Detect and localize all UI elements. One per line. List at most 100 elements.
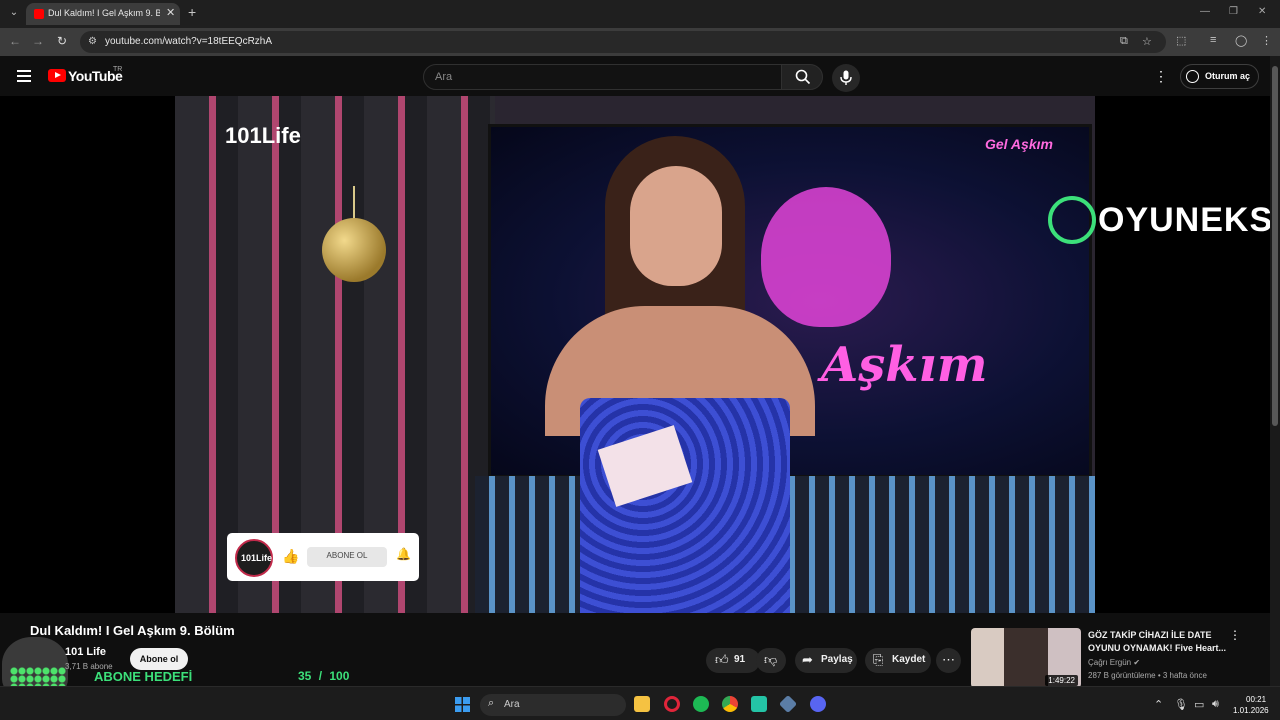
- microphone-icon: [840, 70, 852, 85]
- app-icon-teal[interactable]: [751, 696, 767, 712]
- widget-subscribe-label: ABONE OL: [326, 551, 368, 560]
- recommended-age: 3 hafta önce: [1162, 671, 1207, 680]
- recommended-stats: 287 B görüntüleme • 3 hafta önce: [1088, 671, 1207, 680]
- goal-count: 35 / 100: [298, 669, 349, 683]
- more-horizontal-icon: ⋯: [942, 652, 955, 667]
- presenter-face: [630, 166, 722, 286]
- recommended-views: 287 B görüntüleme: [1088, 671, 1156, 680]
- bookmark-star-icon[interactable]: ☆: [1142, 35, 1152, 48]
- recommended-channel: Çağrı Ergün ✔: [1088, 658, 1140, 667]
- windows-taskbar: ⌕ Ara ⌃ 🎙︎ ▭ 🔊︎ 00:21 1.01.2026: [0, 686, 1280, 720]
- save-icon: ⎘: [873, 652, 884, 667]
- goal-current: 35: [298, 669, 312, 683]
- goal-target: / 100: [318, 669, 350, 683]
- tab-close-icon[interactable]: ✕: [166, 6, 175, 19]
- recommended-duration: 1:49:22: [1045, 675, 1078, 686]
- account-icon: [1186, 70, 1199, 83]
- like-count: 91: [734, 654, 746, 665]
- page-scrollbar[interactable]: [1270, 56, 1280, 686]
- presenter-dress: [580, 398, 790, 613]
- youtube-logo-icon[interactable]: [48, 69, 66, 82]
- browser-tab-strip: ⌄ Dul Kaldım! I Gel Aşkım 9. Bölüm ✕ + —…: [0, 0, 1280, 28]
- like-icon: 👍︎: [715, 652, 729, 667]
- spotify-icon[interactable]: [693, 696, 709, 712]
- ornament-string: [353, 186, 355, 219]
- scrollbar-thumb[interactable]: [1272, 66, 1278, 426]
- app-icon-diamond[interactable]: [778, 694, 798, 714]
- minimize-icon[interactable]: —: [1200, 6, 1210, 17]
- taskbar-search-label: Ara: [504, 699, 520, 710]
- restore-icon[interactable]: ❐: [1229, 6, 1238, 17]
- subscribe-overlay-widget: 101Life 👍 ABONE OL 🔔: [227, 533, 419, 581]
- tab-search-icon[interactable]: ⌄: [6, 5, 22, 21]
- search-button[interactable]: [781, 64, 823, 90]
- presenter: [505, 136, 850, 613]
- save-label: Kaydet: [892, 654, 926, 665]
- oyuneks-text: OYUNEKS: [1098, 201, 1270, 239]
- verified-icon: ✔: [1133, 658, 1141, 667]
- chrome-icon[interactable]: [722, 696, 738, 712]
- bell-icon: 🔔: [396, 547, 411, 561]
- channel-name[interactable]: 101 Life: [65, 646, 106, 658]
- youtube-header: YouTube TR Ara ⋮ Oturum aç: [0, 56, 1280, 96]
- voice-search-button[interactable]: [832, 64, 860, 92]
- reload-icon[interactable]: ↻: [57, 34, 67, 48]
- more-actions-button[interactable]: ⋯: [936, 648, 961, 673]
- search-input[interactable]: Ara: [423, 64, 782, 90]
- recommended-title[interactable]: GÖZ TAKİP CİHAZI İLE DATE OYUNU OYNAMAK!…: [1088, 629, 1228, 655]
- recommended-channel-name: Çağrı Ergün: [1088, 658, 1132, 667]
- widget-subscribe-graphic: ABONE OL: [307, 547, 387, 567]
- tray-chevron-icon[interactable]: ⌃: [1154, 698, 1163, 711]
- address-bar[interactable]: ⚙ youtube.com/watch?v=18tEEQcRzhA ⧉ ☆: [80, 31, 1166, 53]
- install-app-icon[interactable]: ⧉: [1120, 35, 1128, 48]
- clock-date[interactable]: 1.01.2026: [1233, 706, 1269, 715]
- guide-menu-icon[interactable]: [17, 70, 31, 82]
- profile-icon[interactable]: ◯: [1235, 34, 1247, 47]
- recommended-menu-icon[interactable]: ⋮: [1229, 628, 1241, 642]
- network-icon[interactable]: ▭: [1194, 698, 1204, 711]
- signin-button[interactable]: Oturum aç: [1180, 64, 1259, 89]
- region-code: TR: [113, 66, 123, 73]
- search-placeholder: Ara: [435, 71, 453, 83]
- forward-icon[interactable]: →: [32, 34, 44, 48]
- opera-icon[interactable]: [664, 696, 680, 712]
- settings-kebab-icon[interactable]: ⋮: [1154, 68, 1168, 85]
- close-window-icon[interactable]: ✕: [1258, 6, 1266, 17]
- video-title: Dul Kaldım! I Gel Aşkım 9. Bölüm: [30, 623, 235, 638]
- browser-tab[interactable]: Dul Kaldım! I Gel Aşkım 9. Bölüm ✕: [26, 3, 180, 25]
- volume-icon[interactable]: 🔊︎: [1212, 698, 1219, 711]
- recommended-thumbnail[interactable]: 1:49:22: [971, 628, 1081, 688]
- share-button[interactable]: ➦ Paylaş: [795, 648, 857, 673]
- save-button[interactable]: ⎘ Kaydet: [865, 648, 931, 673]
- new-tab-icon[interactable]: +: [188, 4, 196, 20]
- windows-start-icon[interactable]: [455, 697, 470, 712]
- share-label: Paylaş: [821, 654, 853, 665]
- taskbar-search-icon: ⌕: [488, 697, 495, 709]
- discord-icon[interactable]: [810, 696, 826, 712]
- signin-label: Oturum aç: [1205, 71, 1251, 81]
- clock-time[interactable]: 00:21: [1246, 695, 1266, 704]
- oyuneks-overlay: OYUNEKS: [1048, 196, 1270, 246]
- like-button[interactable]: 👍︎ 91: [706, 648, 760, 673]
- video-player[interactable]: Aşkım 101Life Gel Aşkım OYUNEKS 101Life …: [0, 96, 1270, 613]
- christmas-ornament: [322, 218, 386, 282]
- taskbar-search[interactable]: ⌕ Ara: [480, 694, 626, 716]
- subscribe-label: Abone ol: [139, 654, 179, 664]
- media-control-icon[interactable]: ≡: [1210, 34, 1216, 46]
- browser-toolbar: ← → ↻ ⚙ youtube.com/watch?v=18tEEQcRzhA …: [0, 28, 1280, 56]
- back-icon[interactable]: ←: [9, 34, 21, 48]
- widget-avatar: 101Life: [235, 539, 273, 577]
- recommended-video[interactable]: 1:49:22 GÖZ TAKİP CİHAZI İLE DATE OYUNU …: [971, 628, 1261, 688]
- microphone-tray-icon[interactable]: 🎙︎: [1174, 698, 1188, 711]
- site-info-icon[interactable]: ⚙: [88, 36, 97, 47]
- tab-title: Dul Kaldım! I Gel Aşkım 9. Bölüm: [48, 8, 160, 18]
- share-icon: ➦: [802, 652, 813, 667]
- oyuneks-logo-icon: [1048, 196, 1096, 244]
- browser-menu-icon[interactable]: ⋮: [1261, 34, 1272, 47]
- dislike-button[interactable]: 👎︎: [756, 648, 786, 673]
- extensions-icon[interactable]: ⬚: [1176, 34, 1186, 47]
- subscribe-button[interactable]: Abone ol: [130, 648, 188, 670]
- youtube-favicon-icon: [34, 9, 44, 19]
- file-explorer-icon[interactable]: [634, 696, 650, 712]
- url-text: youtube.com/watch?v=18tEEQcRzhA: [105, 36, 273, 47]
